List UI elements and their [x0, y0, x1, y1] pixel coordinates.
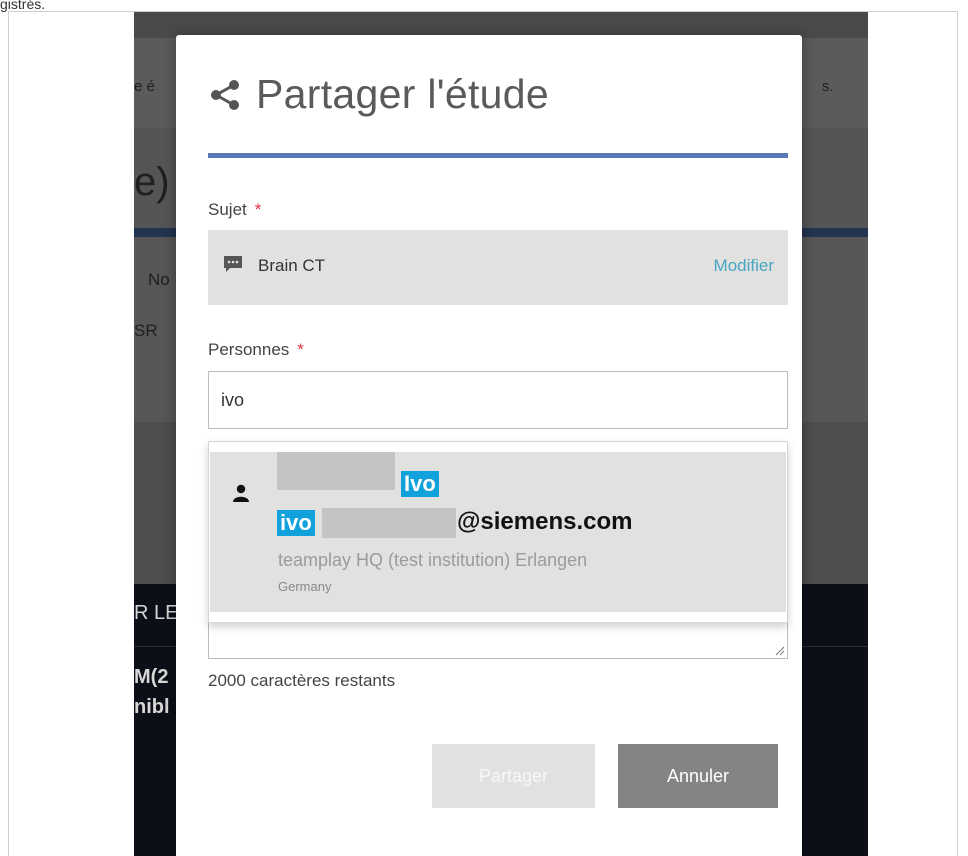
person-suggestion-item[interactable]: Ivo ivo @siemens.com teamplay HQ (test i…	[210, 452, 786, 612]
share-icon	[211, 79, 239, 110]
persons-search-input[interactable]	[208, 371, 788, 429]
persons-label-text: Personnes	[208, 340, 290, 359]
persons-label: Personnes *	[208, 340, 304, 360]
screenshot-frame: e é e) No SR R LE M(2 nibl s. Partager l…	[8, 11, 958, 856]
required-marker: *	[254, 200, 262, 219]
share-study-dialog: Partager l'étude Sujet * Brain CT Modifie…	[176, 35, 802, 856]
redacted-email	[322, 508, 456, 538]
subject-label-text: Sujet	[208, 200, 247, 219]
bg-fragment: s.	[822, 78, 834, 95]
cancel-button[interactable]: Annuler	[618, 744, 778, 808]
comment-icon	[224, 256, 242, 272]
title-divider	[208, 153, 788, 158]
share-button[interactable]: Partager	[432, 744, 595, 808]
bg-fragment: M(2	[134, 666, 169, 688]
bg-fragment: e)	[134, 160, 170, 204]
bg-fragment: No	[148, 270, 170, 289]
resize-grip-icon[interactable]	[775, 646, 785, 656]
bg-fragment: nibl	[134, 696, 170, 718]
subject-box: Brain CT Modifier	[208, 230, 788, 305]
email-match-highlight: ivo	[277, 510, 315, 536]
dialog-header: Partager l'étude	[208, 71, 549, 118]
bg-fragment: R LE	[134, 602, 179, 624]
name-match-highlight: Ivo	[401, 471, 439, 497]
redacted-name	[277, 452, 395, 490]
required-marker: *	[297, 340, 304, 359]
subject-label: Sujet *	[208, 200, 261, 220]
characters-remaining: 2000 caractères restants	[208, 671, 396, 690]
bg-fragment: e é	[134, 78, 155, 95]
subject-value: Brain CT	[258, 256, 326, 275]
person-suggestions-dropdown: Ivo ivo @siemens.com teamplay HQ (test i…	[208, 441, 788, 623]
institution-text: teamplay HQ (test institution) Erlangen	[278, 550, 588, 570]
country-text: Germany	[278, 579, 332, 594]
user-icon	[233, 484, 249, 502]
email-domain: @siemens.com	[457, 508, 633, 535]
modify-subject-link[interactable]: Modifier	[714, 256, 774, 276]
bg-fragment: SR	[134, 321, 158, 340]
dialog-title: Partager l'étude	[256, 71, 549, 117]
